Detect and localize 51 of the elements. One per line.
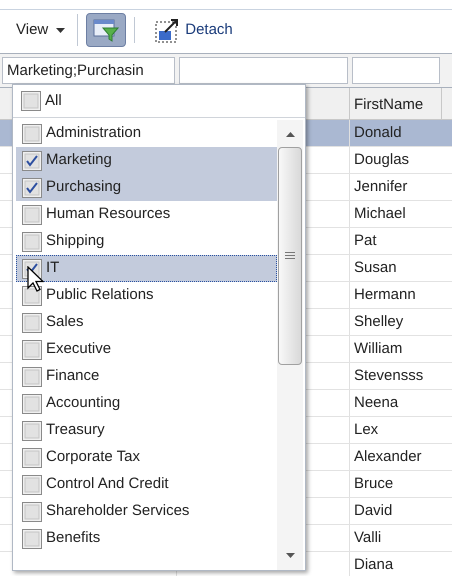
checkbox[interactable] (22, 366, 42, 386)
filter-field[interactable]: Marketing;Purchasin (2, 57, 175, 84)
checkbox[interactable] (22, 340, 42, 360)
detach-button[interactable]: Detach (151, 15, 237, 45)
view-menu-button[interactable]: View (12, 15, 70, 45)
table-cell-text: Valli (353, 528, 382, 548)
table-cell-text: Stevensss (353, 366, 424, 386)
table-filter-icon (93, 18, 120, 42)
table-cell-text: Shelley (353, 312, 404, 332)
department-option[interactable]: Purchasing (16, 174, 277, 201)
table-cell-text: William (353, 338, 404, 359)
table-cell-text: Neena (353, 392, 400, 413)
all-checkbox-option[interactable]: All (21, 90, 62, 112)
checkbox[interactable] (22, 232, 42, 252)
table-cell-text: Michael (353, 204, 407, 224)
checkbox[interactable] (22, 420, 42, 440)
checkbox[interactable] (22, 312, 42, 332)
checkbox[interactable] (22, 502, 42, 522)
department-option[interactable]: IT (16, 255, 277, 282)
checkbox[interactable] (22, 178, 42, 198)
caret-icon (56, 28, 66, 32)
filter-toggle-button[interactable] (86, 13, 126, 47)
table-cell-text: Hermann (353, 284, 417, 305)
checkbox[interactable] (22, 286, 42, 306)
checkbox[interactable] (22, 150, 42, 170)
table-cell-text: David (353, 500, 394, 521)
table-cell-text: Douglas (353, 150, 410, 170)
scrollbar[interactable] (277, 120, 303, 570)
scrollbar-thumb[interactable] (278, 147, 302, 365)
filter-field[interactable] (179, 57, 348, 84)
mouse-pointer-icon (27, 266, 44, 292)
scroll-up-icon[interactable] (286, 132, 294, 137)
table-cell-text: Susan (353, 258, 398, 278)
table-cell-text: Pat (353, 230, 378, 251)
grip-icon (285, 252, 295, 260)
checkbox[interactable] (22, 528, 42, 548)
table-cell-text: Bruce (353, 474, 394, 494)
checkbox[interactable] (22, 204, 42, 224)
checkbox[interactable] (22, 394, 42, 414)
column-header[interactable]: FirstName (350, 88, 442, 119)
table-cell-text: Lex (353, 420, 380, 440)
checkbox[interactable] (22, 448, 42, 468)
table-cell-text: Diana (353, 554, 394, 575)
table-cell-text: Jennifer (353, 176, 408, 197)
filter-field[interactable] (352, 57, 440, 84)
table-cell-text: Alexander (353, 446, 423, 467)
checkbox[interactable] (22, 124, 42, 144)
checkbox[interactable] (21, 91, 41, 111)
table-cell-text: Donald (353, 122, 403, 143)
checkbox[interactable] (22, 474, 42, 494)
department-option[interactable]: Marketing (16, 147, 277, 174)
